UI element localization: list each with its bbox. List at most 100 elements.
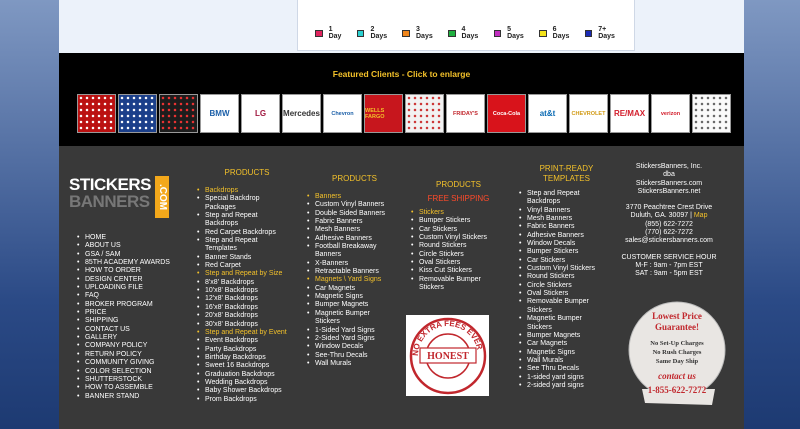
list-item[interactable]: Wall Murals [519, 357, 614, 366]
list-item-continuation[interactable]: Stickers [519, 307, 614, 315]
client-logo[interactable] [692, 94, 731, 133]
list-item[interactable]: Mesh Banners [307, 226, 402, 235]
list-item-continuation[interactable]: Templates [197, 245, 297, 253]
list-item[interactable]: Backdrops [197, 187, 297, 196]
client-logo[interactable] [77, 94, 116, 133]
list-item[interactable]: Bumper Stickers [411, 217, 506, 226]
list-item[interactable]: Fabric Banners [307, 218, 402, 227]
list-item-continuation[interactable]: Banners [307, 251, 402, 259]
list-item-continuation[interactable]: Stickers [519, 324, 614, 332]
client-logo[interactable]: verizon [651, 94, 690, 133]
list-item[interactable]: 2-sided yard signs [519, 382, 614, 391]
footer-nav-link[interactable]: ABOUT US [77, 242, 197, 251]
list-item[interactable]: Oval Stickers [519, 290, 614, 299]
list-item[interactable]: Banners [307, 193, 402, 202]
list-item[interactable]: Custom Vinyl Banners [307, 201, 402, 210]
footer-nav-link[interactable]: BANNER STAND [77, 393, 197, 402]
footer-nav-link[interactable]: COMMUNITY GIVING [77, 359, 197, 368]
list-item[interactable]: 20'x8' Backdrops [197, 312, 297, 321]
client-logo[interactable]: at&t [528, 94, 567, 133]
list-item[interactable]: Double Sided Banners [307, 210, 402, 219]
list-item[interactable]: Removable Bumper [411, 276, 506, 285]
client-logo[interactable]: LG [241, 94, 280, 133]
list-item[interactable]: Round Stickers [411, 242, 506, 251]
list-item[interactable]: Fabric Banners [519, 223, 614, 232]
footer-nav-link[interactable]: 85TH ACADEMY AWARDS [77, 259, 197, 268]
list-item[interactable]: Red Carpet Backdrops [197, 229, 297, 238]
list-item[interactable]: Graduation Backdrops [197, 371, 297, 380]
list-item[interactable]: Step and Repeat [197, 212, 297, 221]
list-item[interactable]: 16'x8' Backdrops [197, 304, 297, 313]
list-item[interactable]: Magnetic Signs [519, 349, 614, 358]
client-logo[interactable] [405, 94, 444, 133]
footer-nav-link[interactable]: HOME [77, 234, 197, 243]
list-item-continuation[interactable]: Backdrops [519, 198, 614, 206]
footer-nav-link[interactable]: HOW TO ASSEMBLE [77, 384, 197, 393]
list-item[interactable]: Red Carpet [197, 262, 297, 271]
footer-nav-link[interactable]: SHIPPING [77, 317, 197, 326]
list-item[interactable]: Round Stickers [519, 273, 614, 282]
price-guarantee-badge[interactable]: Lowest Price Guarantee! No Set-Up Charge… [627, 293, 727, 411]
list-item[interactable]: Baby Shower Backdrops [197, 387, 297, 396]
list-item[interactable]: Magnetic Bumper [307, 310, 402, 319]
list-item[interactable]: Step and Repeat by Event [197, 329, 297, 338]
list-item[interactable]: Car Stickers [519, 257, 614, 266]
client-logo[interactable]: CHEVROLET [569, 94, 608, 133]
list-item[interactable]: Magnets \ Yard Signs [307, 276, 402, 285]
footer-nav-link[interactable]: RETURN POLICY [77, 351, 197, 360]
phone-tollfree[interactable]: (855) 622-7272 [614, 221, 724, 229]
list-item[interactable]: Window Decals [307, 343, 402, 352]
list-item[interactable]: Bumper Magnets [519, 332, 614, 341]
client-logo[interactable]: WELLS FARGO [364, 94, 403, 133]
list-item[interactable]: Vinyl Banners [519, 207, 614, 216]
phone-local[interactable]: (770) 622-7272 [614, 229, 724, 237]
client-logo[interactable]: BMW [200, 94, 239, 133]
list-item[interactable]: 2-Sided Yard Signs [307, 335, 402, 344]
list-item[interactable]: Mesh Banners [519, 215, 614, 224]
client-logo[interactable]: FRIDAY'S [446, 94, 485, 133]
footer-nav-link[interactable]: COMPANY POLICY [77, 342, 197, 351]
email-link[interactable]: sales@stickersbanners.com [614, 237, 724, 245]
footer-nav-link[interactable]: GALLERY [77, 334, 197, 343]
list-item[interactable]: Prom Backdrops [197, 396, 297, 405]
list-item[interactable]: Magnetic Bumper [519, 315, 614, 324]
list-item[interactable]: 1-Sided Yard Signs [307, 327, 402, 336]
list-item[interactable]: Window Decals [519, 240, 614, 249]
list-item[interactable]: Car Stickers [411, 226, 506, 235]
list-item[interactable]: Banner Stands [197, 254, 297, 263]
footer-nav-link[interactable]: CONTACT US [77, 326, 197, 335]
list-item[interactable]: See-Thru Decals [307, 352, 402, 361]
list-item[interactable]: Car Magnets [519, 340, 614, 349]
site-com-link[interactable]: StickersBanners.com [614, 180, 724, 188]
list-item[interactable]: See Thru Decals [519, 365, 614, 374]
client-logo[interactable]: Chevron [323, 94, 362, 133]
list-item[interactable]: X-Banners [307, 260, 402, 269]
list-item[interactable]: Custom Vinyl Stickers [411, 234, 506, 243]
footer-nav-link[interactable]: DESIGN CENTER [77, 276, 197, 285]
brand-logo[interactable]: STICKERS BANNERS .COM [69, 176, 179, 226]
list-item[interactable]: Circle Stickers [519, 282, 614, 291]
map-link[interactable]: Map [694, 212, 708, 219]
footer-nav-link[interactable]: BROKER PROGRAM [77, 301, 197, 310]
list-item[interactable]: Magnetic Signs [307, 293, 402, 302]
client-logo[interactable]: Coca-Cola [487, 94, 526, 133]
list-item[interactable]: Adhesive Banners [519, 232, 614, 241]
footer-nav-link[interactable]: FAQ [77, 292, 197, 301]
list-item[interactable]: Retractable Banners [307, 268, 402, 277]
list-item[interactable]: Adhesive Banners [307, 235, 402, 244]
footer-nav-link[interactable]: COLOR SELECTION [77, 368, 197, 377]
list-item-continuation[interactable]: Stickers [307, 318, 402, 326]
list-item[interactable]: Oval Stickers [411, 259, 506, 268]
list-item[interactable]: 1-sided yard signs [519, 374, 614, 383]
list-item[interactable]: Event Backdrops [197, 337, 297, 346]
list-item[interactable]: Step and Repeat by Size [197, 270, 297, 279]
list-item-continuation[interactable]: Packages [197, 204, 297, 212]
client-logo[interactable]: Mercedes [282, 94, 321, 133]
footer-nav-link[interactable]: PRICE [77, 309, 197, 318]
list-item[interactable]: Step and Repeat [197, 237, 297, 246]
list-item[interactable]: Removable Bumper [519, 298, 614, 307]
footer-nav-link[interactable]: SHUTTERSTOCK [77, 376, 197, 385]
list-item[interactable]: Kiss Cut Stickers [411, 267, 506, 276]
list-item[interactable]: Special Backdrop [197, 195, 297, 204]
list-item-continuation[interactable]: Backdrops [197, 220, 297, 228]
